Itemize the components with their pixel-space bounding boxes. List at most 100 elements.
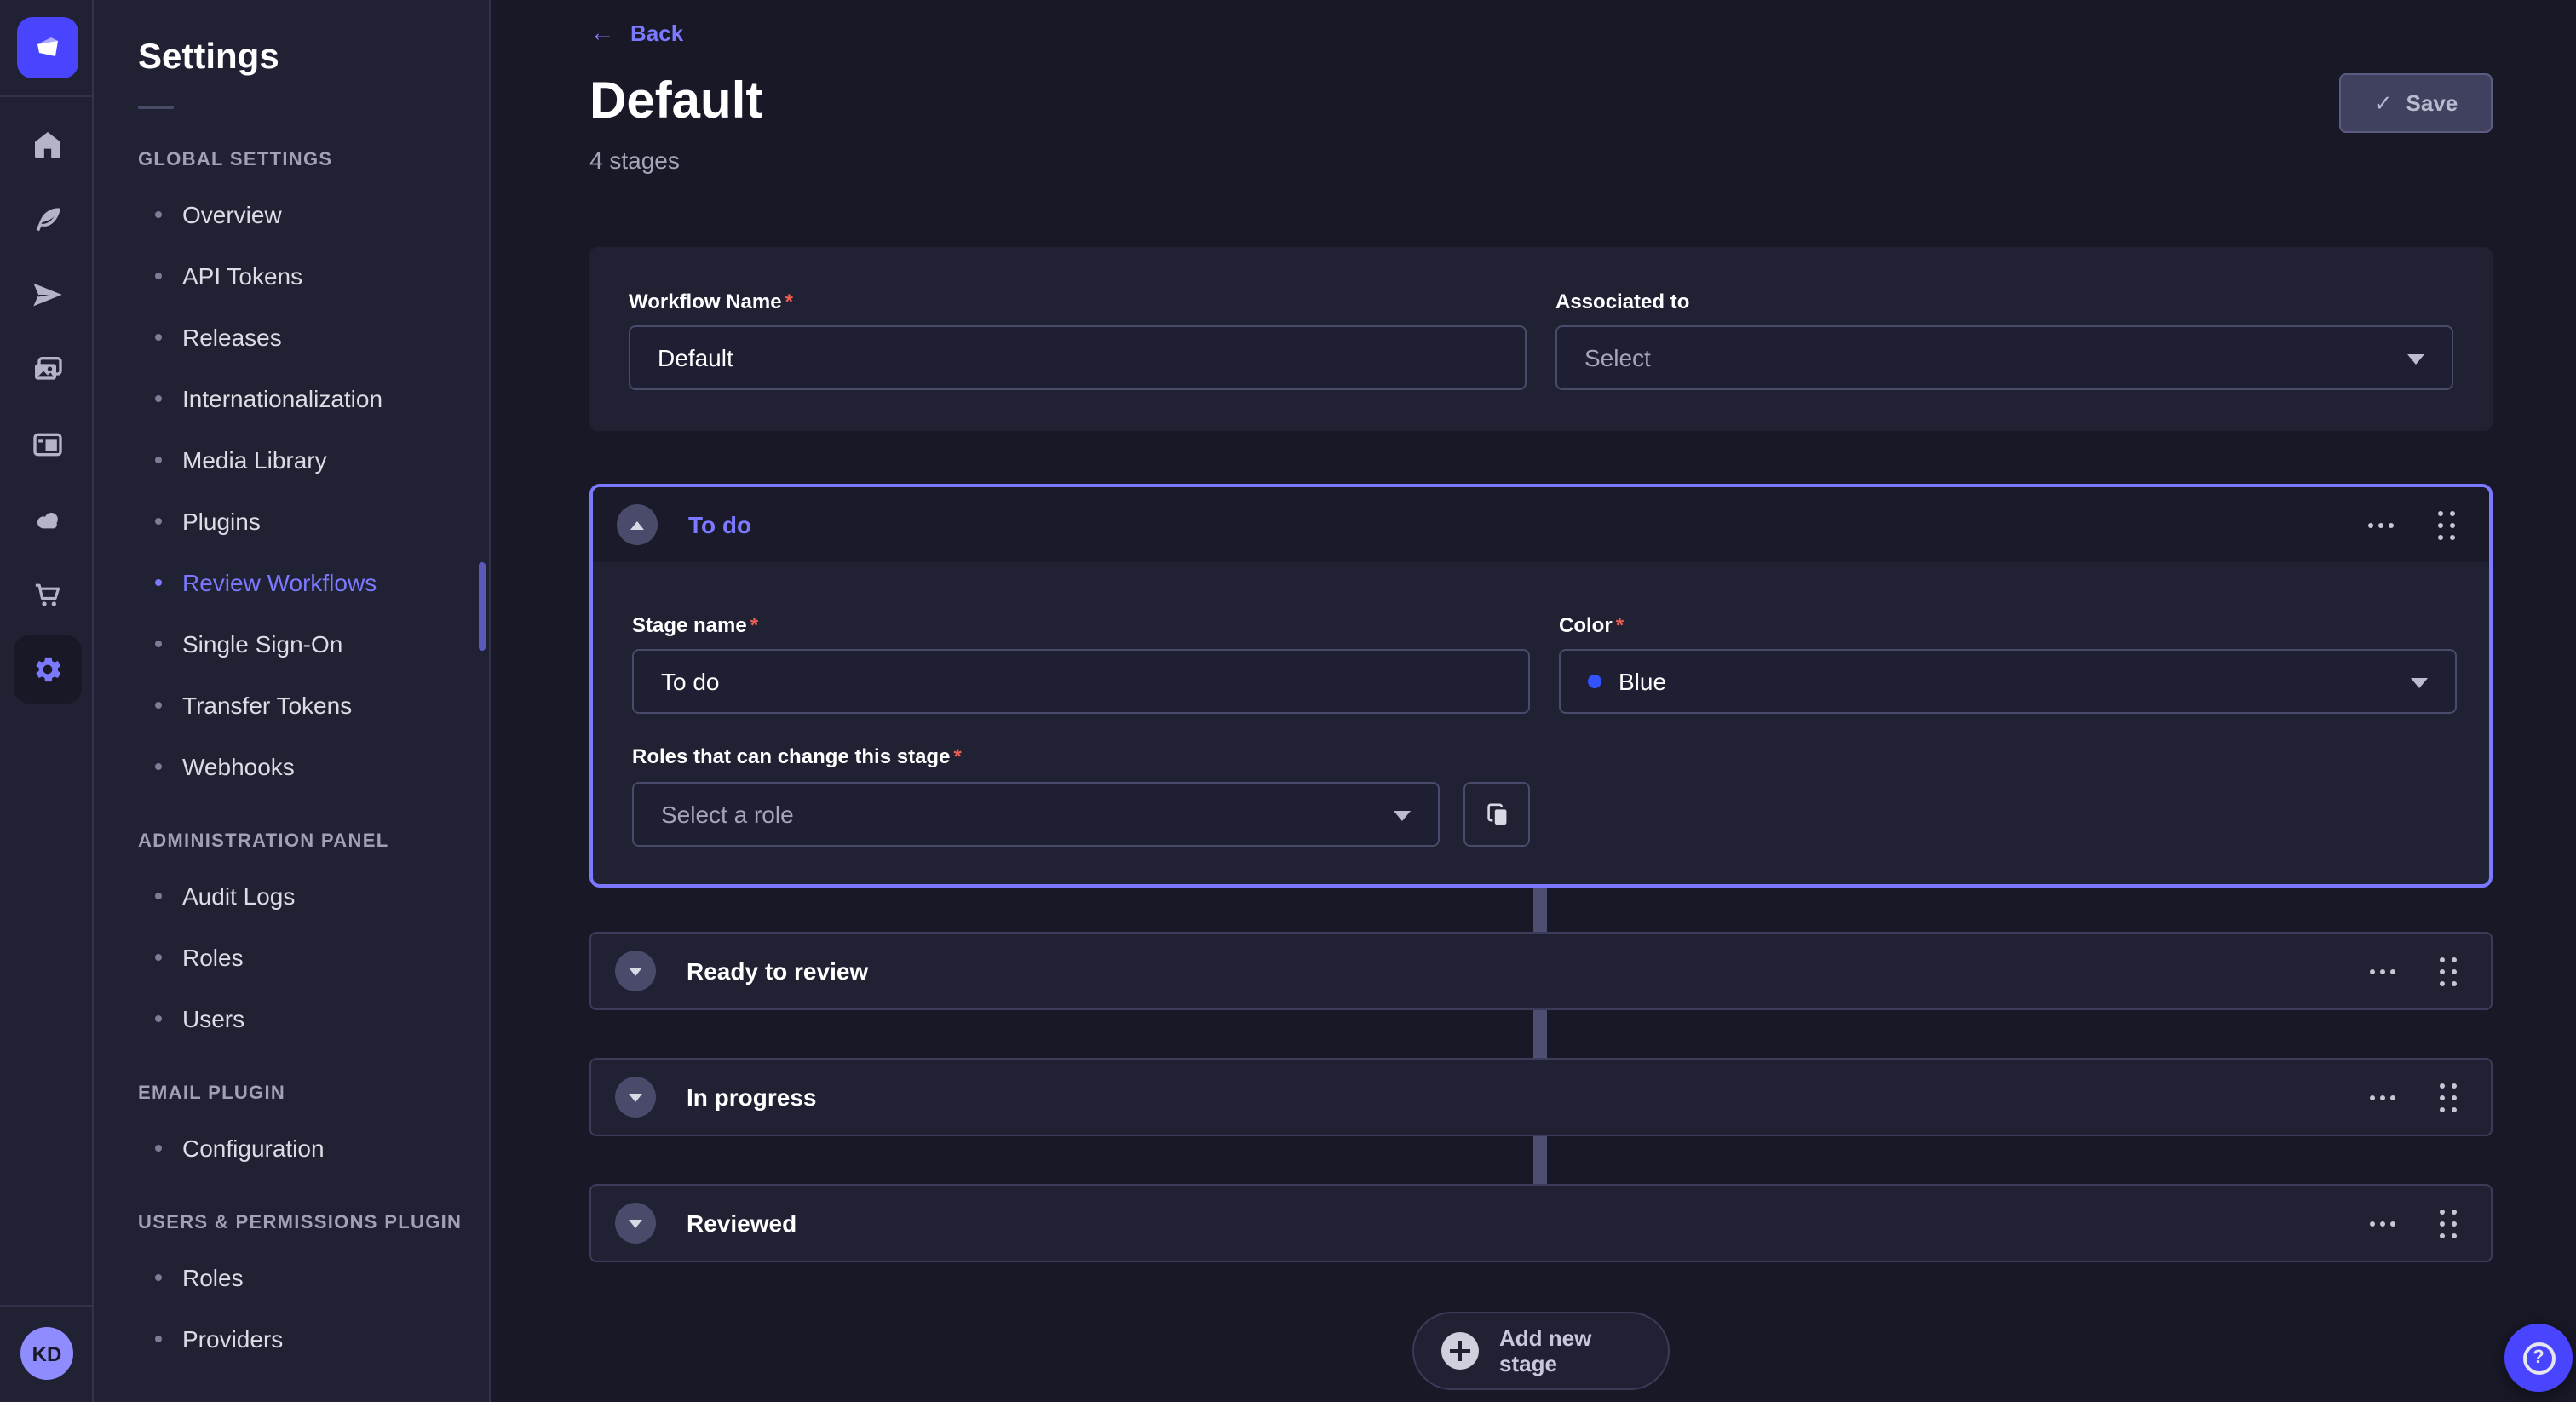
section-label-global-settings: GLOBAL SETTINGS xyxy=(138,150,489,170)
bullet-icon xyxy=(155,518,162,525)
color-select[interactable]: Blue xyxy=(1559,649,2457,714)
stage-row-reviewed[interactable]: Reviewed xyxy=(589,1184,2493,1262)
workflow-name-label: Workflow Name* xyxy=(629,290,793,313)
sidebar-item-releases[interactable]: Releases xyxy=(138,307,489,368)
rail-bottom-divider xyxy=(0,1305,94,1307)
strapi-logo[interactable] xyxy=(17,17,78,78)
plus-icon xyxy=(1441,1332,1479,1370)
chevron-down-icon xyxy=(2411,678,2428,688)
stage-row-in-progress[interactable]: In progress xyxy=(589,1058,2493,1136)
bullet-icon xyxy=(155,1145,162,1152)
required-asterisk: * xyxy=(750,613,758,637)
stage-menu-button[interactable] xyxy=(2366,962,2399,980)
settings-rail-item[interactable] xyxy=(0,632,94,707)
app-root: KD Settings GLOBAL SETTINGS Overview API… xyxy=(0,0,2576,1402)
sidebar-item-api-tokens[interactable]: API Tokens xyxy=(138,245,489,307)
drag-handle-icon[interactable] xyxy=(2435,507,2458,543)
stage-menu-button[interactable] xyxy=(2365,515,2397,534)
stage-connector xyxy=(1533,888,1547,932)
stage-accordion-todo: To do Stage name* Color* Blue Roles that… xyxy=(589,484,2493,888)
chevron-down-icon xyxy=(629,1093,642,1101)
sidebar-item-providers[interactable]: Providers xyxy=(138,1308,489,1370)
sidebar-item-up-roles[interactable]: Roles xyxy=(138,1247,489,1308)
sidebar-item-media-library[interactable]: Media Library xyxy=(138,429,489,491)
question-mark-icon: ? xyxy=(2522,1342,2555,1374)
bullet-icon xyxy=(155,457,162,463)
page-title: Default xyxy=(589,73,762,131)
expand-stage-button[interactable] xyxy=(615,1203,656,1244)
stage-connector xyxy=(1533,1136,1547,1184)
stage-menu-button[interactable] xyxy=(2366,1088,2399,1106)
sidebar-item-internationalization[interactable]: Internationalization xyxy=(138,368,489,429)
sidebar-item-transfer-tokens[interactable]: Transfer Tokens xyxy=(138,675,489,736)
paper-plane-icon[interactable] xyxy=(0,257,94,332)
drag-handle-icon[interactable] xyxy=(2436,953,2460,989)
help-button[interactable]: ? xyxy=(2504,1324,2573,1392)
stage-name-input[interactable] xyxy=(632,649,1530,714)
sidebar-item-single-sign-on[interactable]: Single Sign-On xyxy=(138,613,489,675)
workflow-name-input[interactable] xyxy=(629,325,1527,390)
sidebar-item-audit-logs[interactable]: Audit Logs xyxy=(138,865,489,927)
chevron-up-icon xyxy=(630,520,644,529)
required-asterisk: * xyxy=(953,744,961,768)
media-library-icon[interactable] xyxy=(0,332,94,407)
home-icon[interactable] xyxy=(0,107,94,182)
cloud-icon[interactable] xyxy=(0,482,94,557)
associated-to-select[interactable]: Select xyxy=(1555,325,2453,390)
save-button[interactable]: ✓ Save xyxy=(2339,73,2493,133)
drag-handle-icon[interactable] xyxy=(2436,1079,2460,1115)
bullet-icon xyxy=(155,395,162,402)
copy-icon xyxy=(1483,801,1510,828)
settings-sidebar: Settings GLOBAL SETTINGS Overview API To… xyxy=(94,0,491,1402)
icon-rail: KD xyxy=(0,0,94,1402)
chevron-down-icon xyxy=(629,1219,642,1227)
sidebar-item-plugins[interactable]: Plugins xyxy=(138,491,489,552)
marketplace-cart-icon[interactable] xyxy=(0,557,94,632)
stage-count: 4 stages xyxy=(589,147,680,174)
expand-stage-button[interactable] xyxy=(615,1077,656,1118)
bullet-icon xyxy=(155,273,162,279)
feather-icon[interactable] xyxy=(0,182,94,257)
stage-connector xyxy=(1533,1010,1547,1058)
sidebar-item-users[interactable]: Users xyxy=(138,988,489,1049)
chevron-down-icon xyxy=(2407,354,2424,365)
stage-accordion-header[interactable]: To do xyxy=(593,487,2489,562)
stage-menu-button[interactable] xyxy=(2366,1214,2399,1232)
associated-to-label: Associated to xyxy=(1555,290,1689,313)
workflow-card: Workflow Name* Associated to Select xyxy=(589,247,2493,431)
stage-row-ready-to-review[interactable]: Ready to review xyxy=(589,932,2493,1010)
sidebar-item-review-workflows[interactable]: Review Workflows xyxy=(138,552,489,613)
duplicate-stage-button[interactable] xyxy=(1463,782,1530,847)
bullet-icon xyxy=(155,954,162,961)
bullet-icon xyxy=(155,893,162,899)
sidebar-item-configuration[interactable]: Configuration xyxy=(138,1118,489,1179)
bullet-icon xyxy=(155,1015,162,1022)
expand-stage-button[interactable] xyxy=(615,951,656,991)
check-icon: ✓ xyxy=(2374,92,2393,114)
rail-divider xyxy=(0,95,94,97)
section-label-email-plugin: EMAIL PLUGIN xyxy=(138,1083,489,1104)
stage-title: To do xyxy=(688,511,751,538)
sidebar-title-divider xyxy=(138,106,174,109)
back-link[interactable]: ← Back xyxy=(589,20,683,46)
add-new-stage-button[interactable]: Add new stage xyxy=(1412,1312,1670,1390)
stage-name-label: Stage name* xyxy=(632,613,758,637)
main-content: ← Back Default 4 stages ✓ Save Workflow … xyxy=(491,0,2576,1402)
settings-gear-icon xyxy=(13,635,81,704)
bullet-icon xyxy=(155,334,162,341)
bullet-icon xyxy=(155,211,162,218)
collapse-stage-button[interactable] xyxy=(617,504,658,545)
sidebar-scrollbar-thumb[interactable] xyxy=(479,562,486,651)
roles-select[interactable]: Select a role xyxy=(632,782,1440,847)
user-avatar[interactable]: KD xyxy=(20,1327,73,1380)
bullet-icon xyxy=(155,702,162,709)
sidebar-item-webhooks[interactable]: Webhooks xyxy=(138,736,489,797)
back-arrow-icon: ← xyxy=(589,20,615,46)
content-manager-icon[interactable] xyxy=(0,407,94,482)
sidebar-item-overview[interactable]: Overview xyxy=(138,184,489,245)
drag-handle-icon[interactable] xyxy=(2436,1205,2460,1241)
section-label-users-permissions-plugin: USERS & PERMISSIONS PLUGIN xyxy=(138,1213,489,1233)
sidebar-item-admin-roles[interactable]: Roles xyxy=(138,927,489,988)
bullet-icon xyxy=(155,1336,162,1342)
required-asterisk: * xyxy=(785,290,793,313)
